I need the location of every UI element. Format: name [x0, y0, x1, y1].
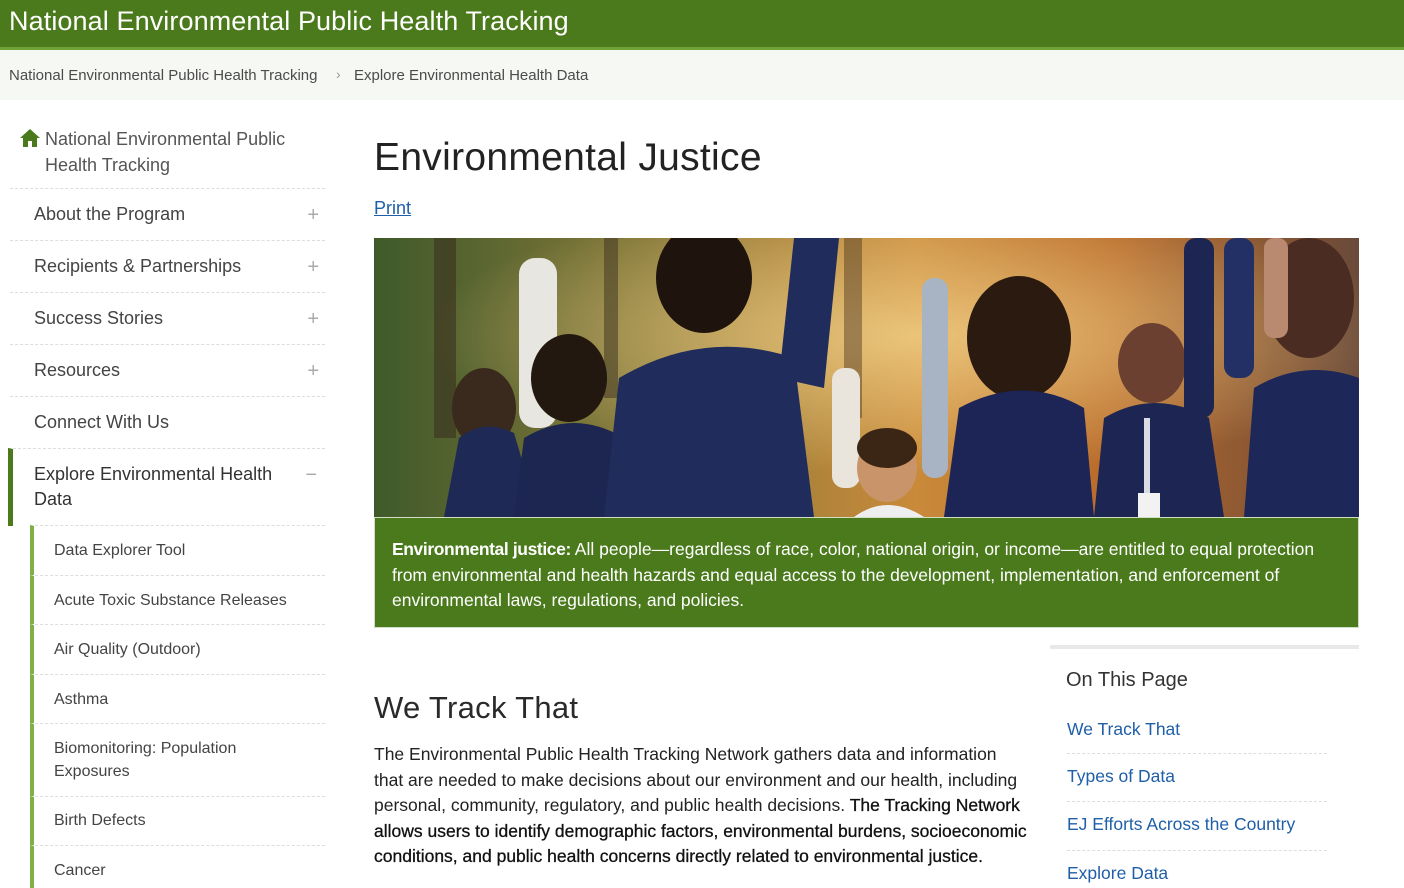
hero-image: [374, 238, 1359, 517]
page-title: Environmental Justice: [374, 136, 762, 179]
sidebar-subitem-label: Birth Defects: [54, 812, 146, 829]
breadcrumb-current: Explore Environmental Health Data: [354, 67, 589, 84]
sidebar-subitem-biomonitoring[interactable]: Biomonitoring: Population Exposures: [30, 723, 325, 796]
ej-definition-callout: Environmental justice: All people—regard…: [374, 517, 1359, 628]
sidebar-item-connect[interactable]: Connect With Us: [10, 396, 325, 448]
sidebar-item-label: Recipients & Partnerships: [34, 256, 242, 276]
hero-photo-people-celebrating: [374, 238, 1359, 517]
breadcrumb-link-tracking[interactable]: National Environmental Public Health Tra…: [9, 67, 318, 84]
section-body: The Environmental Public Health Tracking…: [374, 742, 1029, 870]
sidebar-item-recipients[interactable]: Recipients & Partnerships +: [10, 240, 325, 292]
sidebar-home-label: National Environmental Public Health Tra…: [45, 129, 286, 175]
on-this-page-box: On This Page We Track That Types of Data…: [1050, 645, 1359, 888]
sidebar-subitem-label: Biomonitoring: Population Exposures: [54, 740, 237, 780]
expand-plus-icon[interactable]: +: [307, 309, 319, 329]
breadcrumb: National Environmental Public Health Tra…: [0, 50, 1404, 100]
site-title-link[interactable]: National Environmental Public Health Tra…: [9, 6, 569, 37]
print-link[interactable]: Print: [374, 198, 411, 219]
sidebar-item-label: Success Stories: [34, 308, 164, 328]
sidebar-item-label: About the Program: [34, 204, 186, 224]
sidebar-item-label: Connect With Us: [34, 412, 170, 432]
on-this-page-link-we-track-that[interactable]: We Track That: [1067, 719, 1327, 740]
sidebar-subitem-label: Acute Toxic Substance Releases: [54, 592, 287, 609]
home-icon: [20, 129, 40, 147]
collapse-minus-icon[interactable]: −: [305, 465, 317, 485]
divider: [1067, 801, 1327, 802]
breadcrumb-separator-icon: ›: [336, 66, 341, 82]
sidebar-item-explore-data[interactable]: Explore Environmental Health Data −: [8, 448, 325, 526]
sidebar-subitem-data-explorer[interactable]: Data Explorer Tool: [30, 525, 325, 575]
sidebar-subitem-asthma[interactable]: Asthma: [30, 674, 325, 723]
left-nav: National Environmental Public Health Tra…: [0, 100, 340, 888]
section-title-we-track-that: We Track That: [374, 690, 579, 725]
expand-plus-icon[interactable]: +: [307, 361, 319, 381]
sidebar-subitem-acute-toxic[interactable]: Acute Toxic Substance Releases: [30, 575, 325, 624]
sidebar-item-label: Resources: [34, 360, 121, 380]
sidebar-subitem-air-quality[interactable]: Air Quality (Outdoor): [30, 624, 325, 674]
sidebar-subitem-label: Asthma: [54, 691, 109, 708]
sidebar-item-resources[interactable]: Resources +: [10, 344, 325, 396]
divider: [1067, 753, 1327, 754]
divider: [1067, 850, 1327, 851]
sidebar-subitem-birth-defects[interactable]: Birth Defects: [30, 796, 325, 845]
on-this-page-link-types-of-data[interactable]: Types of Data: [1067, 766, 1327, 787]
expand-plus-icon[interactable]: +: [307, 205, 319, 225]
sidebar-subitem-label: Cancer: [54, 862, 106, 879]
on-this-page-title: On This Page: [1066, 669, 1188, 691]
on-this-page-link-explore-data[interactable]: Explore Data: [1067, 863, 1327, 884]
sidebar-item-about[interactable]: About the Program +: [10, 188, 325, 240]
sidebar-subitem-label: Air Quality (Outdoor): [54, 641, 201, 658]
expand-plus-icon[interactable]: +: [307, 257, 319, 277]
callout-text: Environmental justice: All people—regard…: [392, 537, 1347, 614]
sidebar-item-label: Explore Environmental Health Data: [34, 464, 273, 509]
sidebar-subitem-cancer[interactable]: Cancer: [30, 845, 325, 888]
site-header: National Environmental Public Health Tra…: [0, 0, 1404, 50]
callout-term: Environmental justice:: [392, 539, 571, 559]
sidebar-item-success-stories[interactable]: Success Stories +: [10, 292, 325, 344]
sidebar-subitem-label: Data Explorer Tool: [54, 542, 186, 559]
on-this-page-link-ej-efforts[interactable]: EJ Efforts Across the Country: [1067, 814, 1327, 835]
